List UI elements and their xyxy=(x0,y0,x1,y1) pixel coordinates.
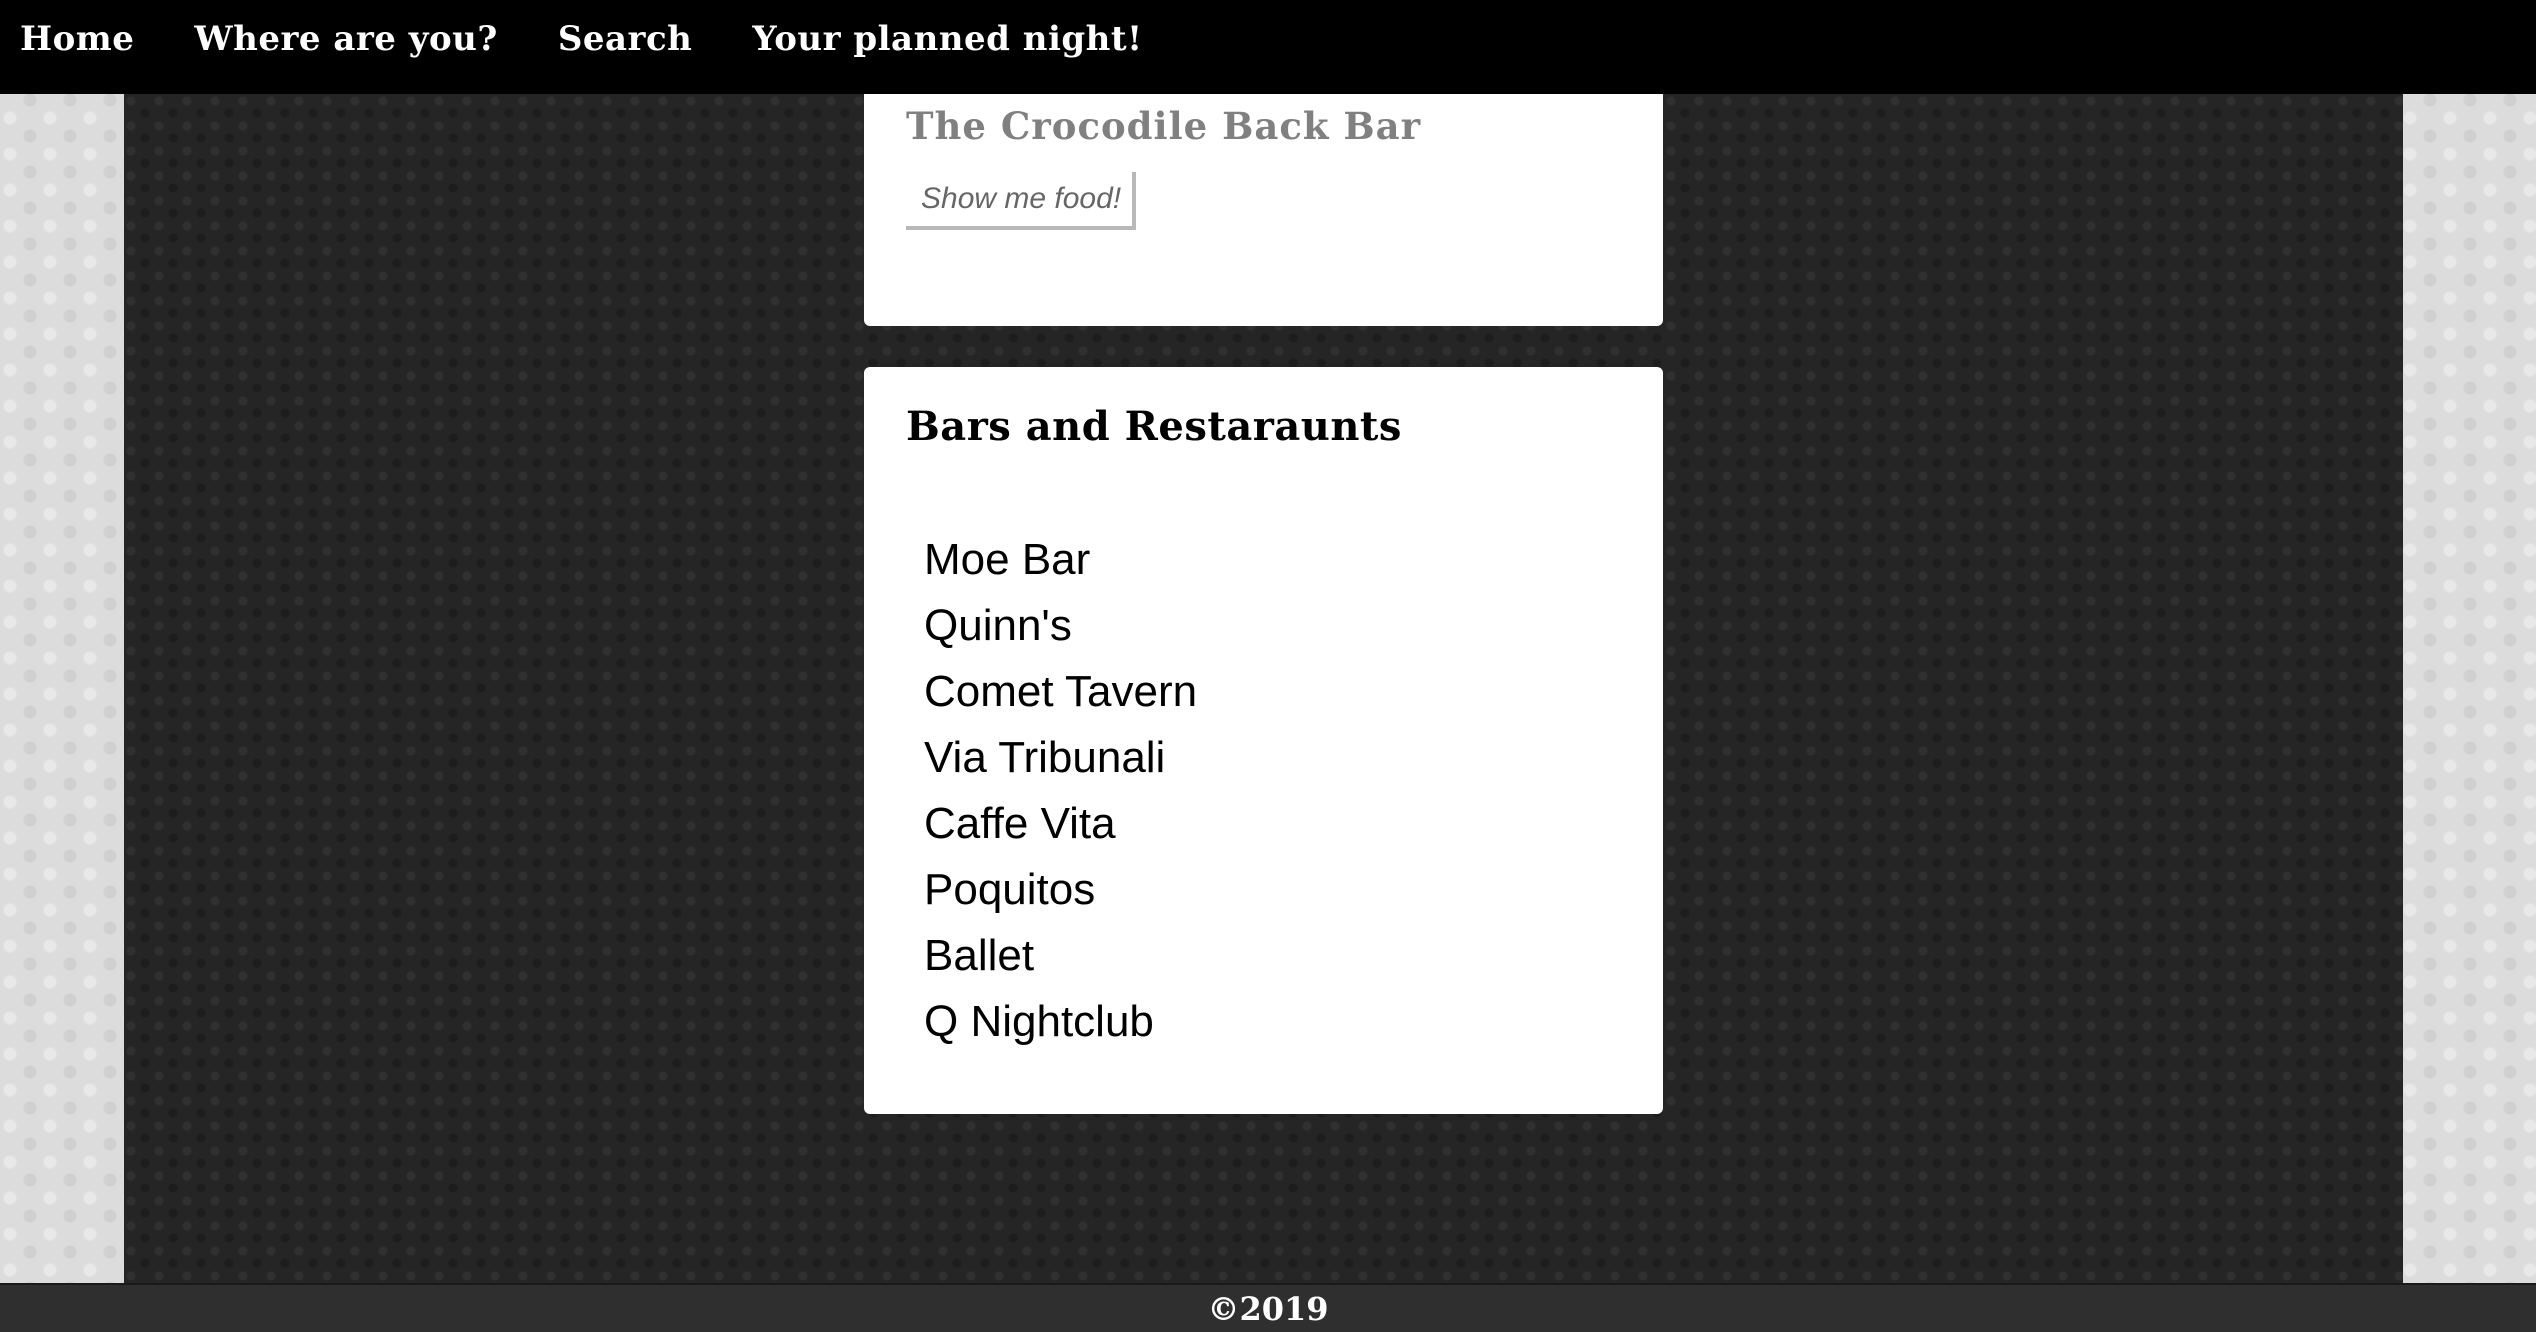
bars-and-restaurants-card: Bars and Restaraunts Moe Bar Quinn's Com… xyxy=(864,367,1663,1114)
venue-title: The Crocodile Back Bar xyxy=(906,104,1422,148)
selected-venue-card: The Crocodile Back Bar Show me food! xyxy=(864,94,1663,326)
copyright-text: ©2019 xyxy=(1207,1289,1329,1328)
venue-list: Moe Bar Quinn's Comet Tavern Via Tribuna… xyxy=(924,527,1197,1055)
nav-where-are-you-link[interactable]: Where are you? xyxy=(194,19,497,59)
venue-list-item[interactable]: Ballet xyxy=(924,923,1197,989)
venue-list-item[interactable]: Via Tribunali xyxy=(924,725,1197,791)
venue-list-item[interactable]: Caffe Vita xyxy=(924,791,1197,857)
page-footer: ©2019 xyxy=(0,1283,2536,1332)
nav-home-link[interactable]: Home xyxy=(20,19,134,59)
nav-search-link[interactable]: Search xyxy=(558,19,693,59)
top-navbar: Home Where are you? Search Your planned … xyxy=(0,0,2536,94)
venue-list-item[interactable]: Poquitos xyxy=(924,857,1197,923)
show-me-food-button[interactable]: Show me food! xyxy=(906,172,1136,230)
venue-list-item[interactable]: Comet Tavern xyxy=(924,659,1197,725)
venue-list-item[interactable]: Quinn's xyxy=(924,593,1197,659)
nav-planned-night-link[interactable]: Your planned night! xyxy=(752,19,1142,59)
venue-list-item[interactable]: Q Nightclub xyxy=(924,989,1197,1055)
venue-list-item[interactable]: Moe Bar xyxy=(924,527,1197,593)
bars-list-heading: Bars and Restaraunts xyxy=(906,403,1402,450)
